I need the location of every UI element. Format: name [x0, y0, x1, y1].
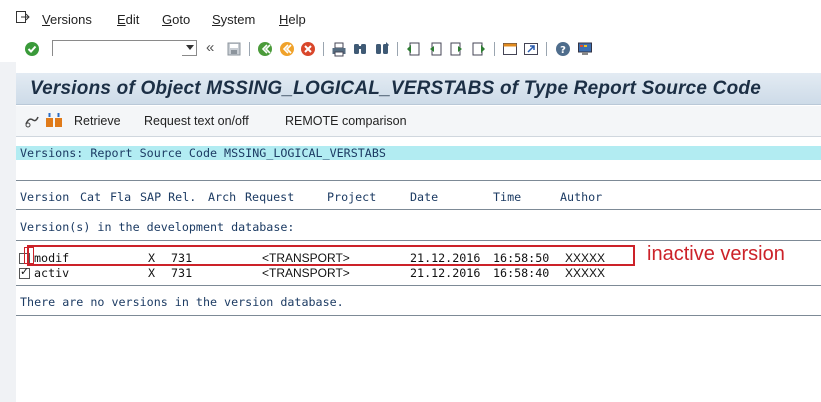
previous-page-icon[interactable] — [427, 41, 443, 57]
list-header-bar: Versions: Report Source Code MSSING_LOGI… — [16, 146, 821, 160]
no-versions-message: There are no versions in the version dat… — [20, 295, 344, 309]
chevron-down-icon[interactable] — [186, 45, 194, 50]
toolbar-separator — [323, 42, 324, 56]
menu-edit[interactable]: Edit — [117, 12, 139, 27]
list-title: Versions: Report Source Code MSSING_LOGI… — [20, 146, 386, 160]
next-page-icon[interactable] — [449, 41, 465, 57]
standard-toolbar: « ? — [0, 38, 821, 62]
divider — [16, 240, 821, 241]
cell-time: 16:58:40 — [493, 266, 550, 280]
retrieve-button[interactable]: Retrieve — [74, 114, 121, 128]
help-icon[interactable]: ? — [555, 41, 571, 57]
save-icon[interactable] — [226, 41, 242, 57]
menu-goto[interactable]: Goto — [162, 12, 190, 27]
svg-text:?: ? — [560, 45, 566, 56]
column-date: Date — [410, 190, 439, 204]
column-arch: Arch — [208, 190, 237, 204]
title-bar: Versions of Object MSSING_LOGICAL_VERSTA… — [16, 73, 821, 105]
command-field[interactable] — [52, 40, 197, 58]
column-sap-rel: SAP Rel. — [140, 190, 197, 204]
cancel-icon[interactable] — [300, 41, 316, 57]
column-author: Author — [560, 190, 603, 204]
annotation-label: inactive version — [647, 243, 785, 265]
last-page-icon[interactable] — [471, 41, 487, 57]
display-compare-icon[interactable] — [24, 114, 40, 128]
exit-icon[interactable] — [279, 41, 295, 57]
shortcut-icon[interactable] — [523, 41, 539, 57]
row-checkbox[interactable] — [19, 265, 30, 279]
double-chevron-left-icon[interactable]: « — [206, 39, 222, 56]
column-time: Time — [493, 190, 522, 204]
column-fla: Fla — [110, 190, 132, 204]
cell-flag: X — [148, 266, 156, 280]
cell-version: activ — [34, 266, 70, 280]
table-row[interactable]: activ X 731 <TRANSPORT> 21.12.2016 16:58… — [16, 265, 821, 280]
menu-bar: Versions Edit Goto System Help — [0, 0, 821, 38]
page-title: Versions of Object MSSING_LOGICAL_VERSTA… — [30, 78, 761, 99]
request-text-toggle-button[interactable]: Request text on/off — [144, 114, 249, 128]
dev-db-section-label: Version(s) in the development database: — [20, 220, 295, 234]
back-icon[interactable] — [257, 41, 273, 57]
customize-layout-icon[interactable] — [577, 41, 593, 57]
menu-versions[interactable]: Versions — [42, 12, 92, 27]
toolbar-separator — [249, 42, 250, 56]
print-icon[interactable] — [331, 41, 347, 57]
toolbar-separator — [546, 42, 547, 56]
column-project: Project — [327, 190, 377, 204]
remote-comparison-button[interactable]: REMOTE comparison — [285, 114, 407, 128]
left-navigation-strip — [0, 62, 16, 402]
divider — [16, 209, 821, 210]
find-next-icon[interactable] — [374, 41, 390, 57]
find-icon[interactable] — [352, 41, 368, 57]
menu-system[interactable]: System — [212, 12, 255, 27]
column-cat: Cat — [80, 190, 102, 204]
cell-sap-rel: 731 — [171, 266, 193, 280]
column-request: Request — [245, 190, 295, 204]
cell-date: 21.12.2016 — [410, 266, 481, 280]
command-input[interactable] — [53, 44, 182, 58]
divider — [16, 315, 821, 316]
divider — [16, 180, 821, 181]
cell-author: XXXXX — [565, 266, 606, 280]
column-version: Version — [20, 190, 70, 204]
version-compare-icon[interactable] — [45, 112, 63, 128]
toolbar-separator — [494, 42, 495, 56]
toolbar-separator — [397, 42, 398, 56]
enter-icon[interactable] — [24, 41, 40, 57]
exit-session-icon[interactable] — [16, 11, 30, 23]
create-session-icon[interactable] — [502, 41, 518, 57]
application-toolbar: Retrieve Request text on/off REMOTE comp… — [16, 106, 821, 137]
menu-help[interactable]: Help — [279, 12, 306, 27]
annotation-highlight-box — [27, 245, 635, 266]
first-page-icon[interactable] — [405, 41, 421, 57]
divider — [16, 285, 821, 286]
cell-request: <TRANSPORT> — [262, 266, 350, 280]
